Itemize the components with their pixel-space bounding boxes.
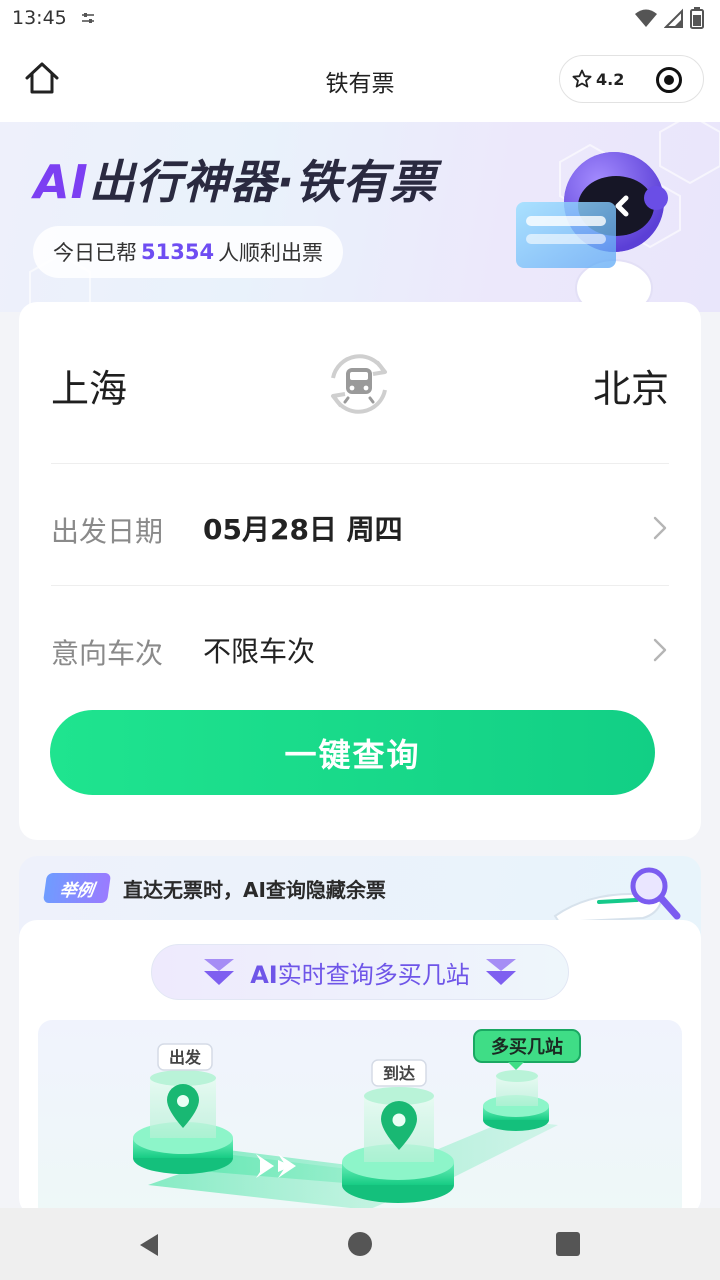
status-bar: 13:45: [0, 0, 720, 36]
divider: [51, 585, 669, 586]
double-chevron-down-icon: [485, 959, 516, 985]
recents-square-icon[interactable]: [556, 1232, 580, 1256]
station-path-graphic: 出发 到达 多买几站: [133, 1029, 581, 1210]
ai-pill-text: 实时查询多买几站: [277, 960, 470, 989]
train-value[interactable]: 不限车次: [203, 630, 315, 670]
train-search-icon: [553, 867, 681, 924]
from-city[interactable]: 上海: [51, 358, 127, 413]
rating-value: 4.2: [596, 69, 625, 89]
rating-button[interactable]: 4.2: [560, 69, 640, 89]
ai-feature-pill: AI实时查询多买几站: [151, 944, 569, 1000]
date-label: 出发日期: [51, 515, 164, 548]
star-icon: [572, 69, 592, 88]
example-tag: 举例: [42, 873, 112, 903]
swap-stations-icon[interactable]: [323, 348, 395, 420]
robot-mascot-icon: [516, 152, 668, 312]
arrive-label: 到达: [383, 1064, 415, 1083]
helped-suffix: 人顺利出票: [218, 241, 324, 265]
cell-signal-icon: [664, 8, 683, 28]
to-city[interactable]: 北京: [593, 358, 669, 413]
chevron-right-icon[interactable]: [653, 516, 667, 540]
search-card: 上海 北京 出发日期 05月28日 周四 意向车次 不限车次 一键查询: [19, 302, 701, 840]
more-stations-label: 多买几站: [491, 1036, 563, 1058]
helped-count: 51354: [141, 240, 215, 264]
example-text: 直达无票时，AI查询隐藏余票: [123, 878, 386, 902]
hero-banner: AI出行神器·铁有票 今日已帮 51354 人顺利出票: [0, 122, 720, 312]
title-bar: 铁有票 4.2: [0, 36, 720, 122]
train-label: 意向车次: [51, 637, 164, 670]
depart-label: 出发: [169, 1048, 202, 1067]
chevron-right-icon[interactable]: [653, 638, 667, 662]
example-card: 举例 直达无票时，AI查询隐藏余票 AI实时查询多买几站 出发 到达 多买几站: [19, 856, 701, 1216]
wifi-icon: [635, 9, 657, 27]
close-miniprogram-icon[interactable]: [655, 66, 683, 94]
ai-pill-ai: AI: [250, 960, 278, 989]
double-chevron-down-icon: [204, 959, 235, 985]
status-time: 13:45: [12, 7, 67, 29]
back-icon[interactable]: [136, 1232, 162, 1258]
home-circle-icon[interactable]: [348, 1232, 372, 1256]
multi-station-illustration: 出发 到达 多买几站: [38, 1020, 682, 1216]
divider: [51, 463, 669, 464]
example-content: AI实时查询多买几站 出发 到达 多买几站: [19, 920, 701, 1216]
battery-icon: [690, 7, 704, 29]
system-nav-bar: [0, 1208, 720, 1280]
mini-program-capsule: 4.2: [559, 55, 704, 103]
helped-count-pill: 今日已帮 51354 人顺利出票: [33, 226, 344, 278]
settings-sliders-icon: [81, 13, 94, 23]
banner-title-rest: 出行神器·铁有票: [88, 155, 437, 209]
banner-title-ai: AI: [34, 155, 89, 209]
banner-title: AI出行神器·铁有票: [34, 146, 436, 212]
query-button[interactable]: 一键查询: [50, 710, 655, 795]
date-value[interactable]: 05月28日 周四: [203, 508, 403, 548]
helped-prefix: 今日已帮: [53, 241, 137, 265]
